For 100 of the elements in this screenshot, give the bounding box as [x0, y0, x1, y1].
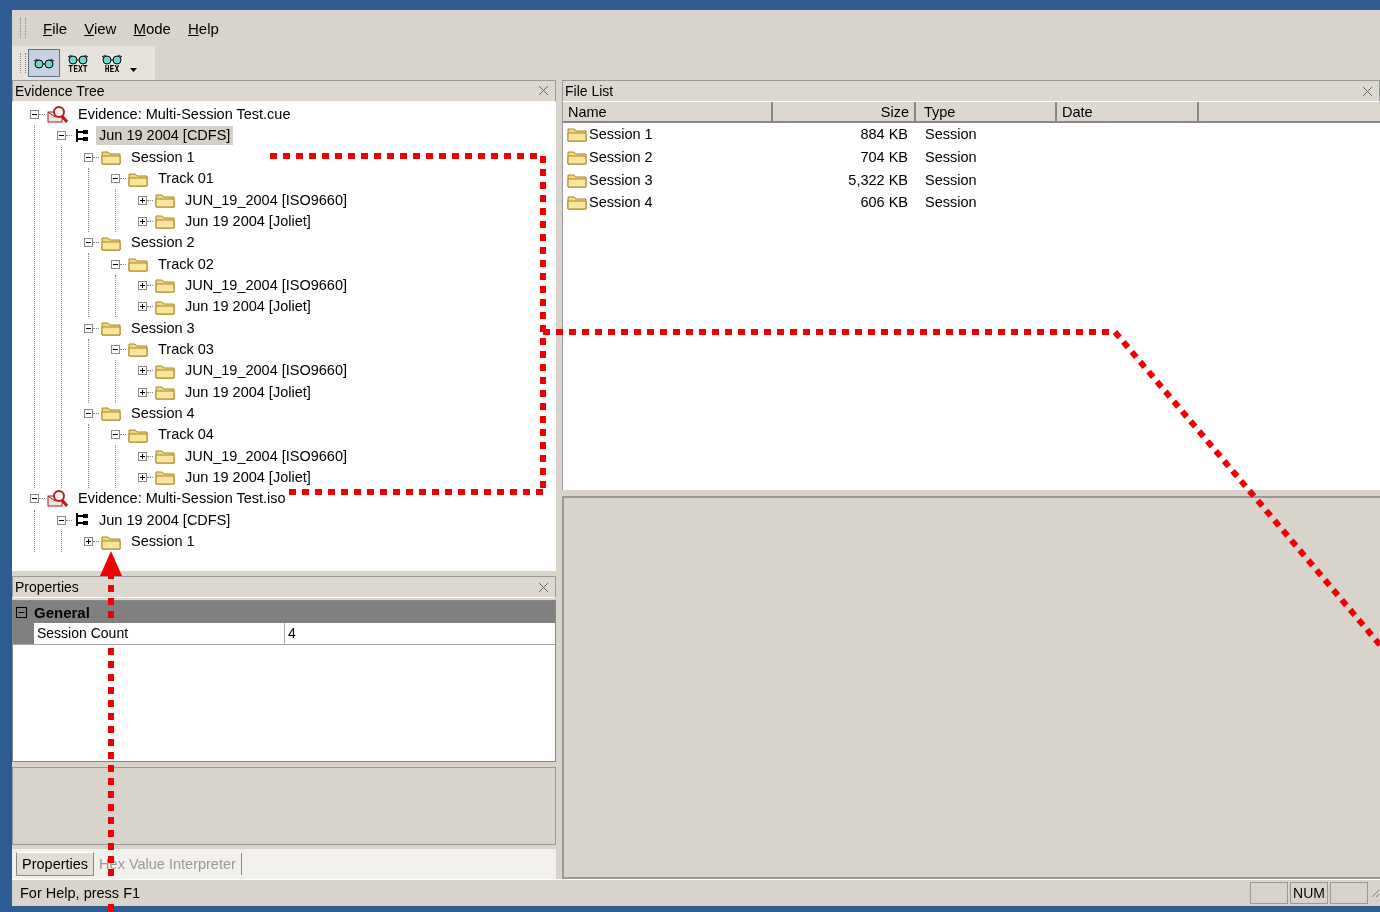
panel-title: File List — [565, 83, 614, 99]
collapse-icon[interactable] — [111, 430, 120, 440]
tree-item[interactable]: JUN_19_2004 [ISO9660] — [182, 190, 351, 210]
expand-icon[interactable] — [138, 195, 147, 205]
tree-item[interactable]: Session 1 — [128, 147, 198, 167]
evidence-icon — [47, 105, 69, 124]
collapse-icon[interactable] — [84, 152, 93, 162]
file-name[interactable]: Session 4 — [589, 194, 653, 211]
file-type: Session — [924, 194, 978, 211]
status-panel — [1330, 882, 1368, 904]
view-mode-button[interactable]: HEX — [96, 49, 128, 77]
status-text: For Help, press F1 — [20, 885, 142, 901]
expand-icon[interactable] — [138, 366, 147, 376]
tree-item[interactable]: Jun 19 2004 [Joliet] — [182, 382, 314, 402]
tree-item[interactable]: Track 02 — [155, 254, 217, 274]
folder-icon — [567, 126, 588, 143]
group-label: General — [34, 603, 90, 621]
expand-icon[interactable] — [84, 537, 93, 546]
folder-icon — [155, 362, 176, 379]
folder-icon — [567, 171, 588, 188]
folder-icon — [101, 234, 122, 251]
file-size: 5,322 KB — [847, 171, 909, 188]
resize-grip-icon[interactable] — [1370, 888, 1380, 898]
expand-icon[interactable] — [138, 387, 147, 397]
tree-item[interactable]: Track 03 — [155, 339, 217, 359]
expand-icon[interactable] — [138, 302, 147, 312]
folder-icon — [101, 405, 122, 422]
tree-item[interactable]: Jun 19 2004 [Joliet] — [182, 211, 314, 231]
view-mode-button[interactable]: TEXT — [62, 49, 94, 77]
collapse-icon[interactable] — [111, 259, 120, 269]
collapse-icon[interactable] — [111, 344, 120, 354]
tab[interactable]: Properties — [16, 852, 95, 876]
tree-item[interactable]: Jun 19 2004 [Joliet] — [182, 468, 314, 487]
file-name[interactable]: Session 3 — [589, 171, 653, 188]
caret-icon[interactable] — [130, 68, 137, 72]
close-icon[interactable] — [538, 581, 549, 593]
collapse-icon[interactable] — [84, 238, 93, 248]
tree-item[interactable]: Jun 19 2004 [CDFS] — [96, 510, 234, 530]
close-icon[interactable] — [538, 85, 549, 97]
collapse-icon[interactable] — [57, 515, 66, 525]
folder-icon — [155, 469, 176, 486]
folder-icon — [155, 192, 176, 208]
num-lock-indicator: NUM — [1290, 882, 1328, 904]
folder-icon — [101, 533, 122, 550]
folder-icon — [128, 256, 149, 273]
property-value[interactable]: 4 — [285, 623, 296, 645]
column-header[interactable]: Size — [773, 102, 916, 123]
collapse-icon[interactable] — [57, 131, 66, 141]
collapse-icon[interactable] — [30, 110, 39, 120]
expand-icon[interactable] — [138, 216, 147, 226]
tree-item[interactable]: Session 2 — [128, 233, 198, 253]
folder-icon — [567, 149, 588, 166]
hierarchy-icon — [74, 127, 90, 145]
status-panel — [1250, 882, 1288, 904]
tree-item[interactable]: Session 4 — [128, 403, 198, 423]
folder-icon — [101, 320, 122, 337]
folder-icon — [155, 277, 176, 294]
tree-item[interactable]: Track 01 — [155, 169, 217, 189]
tree-item[interactable]: Track 04 — [155, 425, 217, 445]
file-type: Session — [924, 126, 978, 143]
collapse-icon[interactable] — [30, 494, 39, 504]
file-size: 704 KB — [859, 149, 909, 166]
folder-icon — [128, 170, 149, 187]
tree-item[interactable]: Session 1 — [128, 532, 198, 551]
tree-item[interactable]: JUN_19_2004 [ISO9660] — [182, 446, 351, 466]
column-header[interactable]: Name — [563, 102, 773, 123]
tree-item[interactable]: Session 3 — [128, 318, 198, 338]
folder-icon — [128, 426, 149, 443]
evidence-icon — [47, 489, 69, 508]
view-mode-button[interactable] — [28, 49, 60, 77]
glasses-icon — [33, 57, 55, 69]
collapse-icon[interactable] — [84, 323, 93, 333]
collapse-icon[interactable] — [84, 408, 93, 418]
close-icon[interactable] — [1362, 85, 1373, 97]
tree-item[interactable]: Evidence: Multi-Session Test.cue — [75, 105, 294, 125]
tree-item[interactable]: Jun 19 2004 [Joliet] — [182, 297, 314, 317]
expand-icon[interactable] — [138, 280, 147, 290]
file-size: 606 KB — [859, 194, 909, 211]
file-name[interactable]: Session 2 — [589, 149, 653, 166]
tree-item[interactable]: Jun 19 2004 [CDFS] — [96, 126, 234, 146]
file-name[interactable]: Session 1 — [589, 126, 653, 143]
glasses-icon — [67, 52, 89, 65]
menu-item[interactable]: Help — [187, 19, 219, 37]
panel-title: Evidence Tree — [15, 83, 105, 99]
expand-icon[interactable] — [138, 451, 147, 461]
menu-item[interactable]: View — [84, 19, 117, 37]
panel-title: Properties — [15, 579, 79, 596]
expand-icon[interactable] — [138, 473, 147, 482]
glasses-icon — [101, 52, 123, 65]
tree-item[interactable]: Evidence: Multi-Session Test.iso — [75, 489, 289, 509]
column-header[interactable]: Date — [1057, 102, 1199, 123]
folder-icon — [101, 149, 122, 166]
column-header[interactable]: Type — [916, 102, 1057, 123]
tree-item[interactable]: JUN_19_2004 [ISO9660] — [182, 361, 351, 381]
file-type: Session — [924, 149, 978, 166]
menu-item[interactable]: Mode — [133, 19, 171, 37]
tree-item[interactable]: JUN_19_2004 [ISO9660] — [182, 275, 351, 295]
collapse-icon[interactable] — [111, 174, 120, 184]
menu-item[interactable]: File — [43, 19, 68, 37]
folder-icon — [155, 213, 176, 230]
